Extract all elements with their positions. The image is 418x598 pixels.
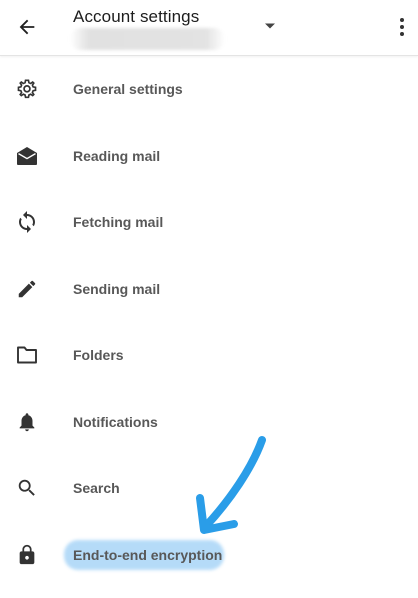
settings-item-reading[interactable]: Reading mail [0,123,418,190]
account-dropdown-button[interactable] [258,16,282,36]
account-selector-blurred[interactable] [70,28,225,50]
settings-item-label: Fetching mail [73,214,164,231]
settings-item-sending[interactable]: Sending mail [0,256,418,323]
envelope-open-icon [15,144,39,168]
settings-item-fetching[interactable]: Fetching mail [0,189,418,256]
settings-item-label: Reading mail [73,147,161,164]
page-title: Account settings [73,7,200,26]
settings-item-search[interactable]: Search [0,455,418,522]
settings-item-label: Notifications [73,413,158,430]
settings-item-label: Sending mail [73,280,161,297]
folder-icon [15,343,39,367]
gear-icon [15,77,39,101]
settings-item-label: Search [73,480,120,497]
bell-icon [15,410,39,434]
settings-item-general[interactable]: General settings [0,56,418,123]
settings-item-label: End-to-end encryption [73,546,223,563]
dropdown-arrow-icon [265,23,275,29]
arrow-back-icon [19,19,35,35]
settings-item-label: Folders [73,347,124,364]
settings-item-label: General settings [73,81,183,98]
sync-icon [15,210,39,234]
settings-item-folders[interactable]: Folders [0,322,418,389]
more-options-button[interactable] [392,12,412,42]
search-icon [15,476,39,500]
settings-item-notifications[interactable]: Notifications [0,389,418,456]
pencil-icon [15,277,39,301]
back-button[interactable] [10,10,44,44]
lock-icon [15,543,39,567]
more-vert-icon [400,18,404,36]
settings-list: General settings Reading mail Fetching m… [0,56,418,588]
app-bar: Account settings [0,0,418,56]
account-settings-screen: Account settings General settings Readin… [0,0,418,598]
settings-item-encryption[interactable]: End-to-end encryption [0,522,418,589]
